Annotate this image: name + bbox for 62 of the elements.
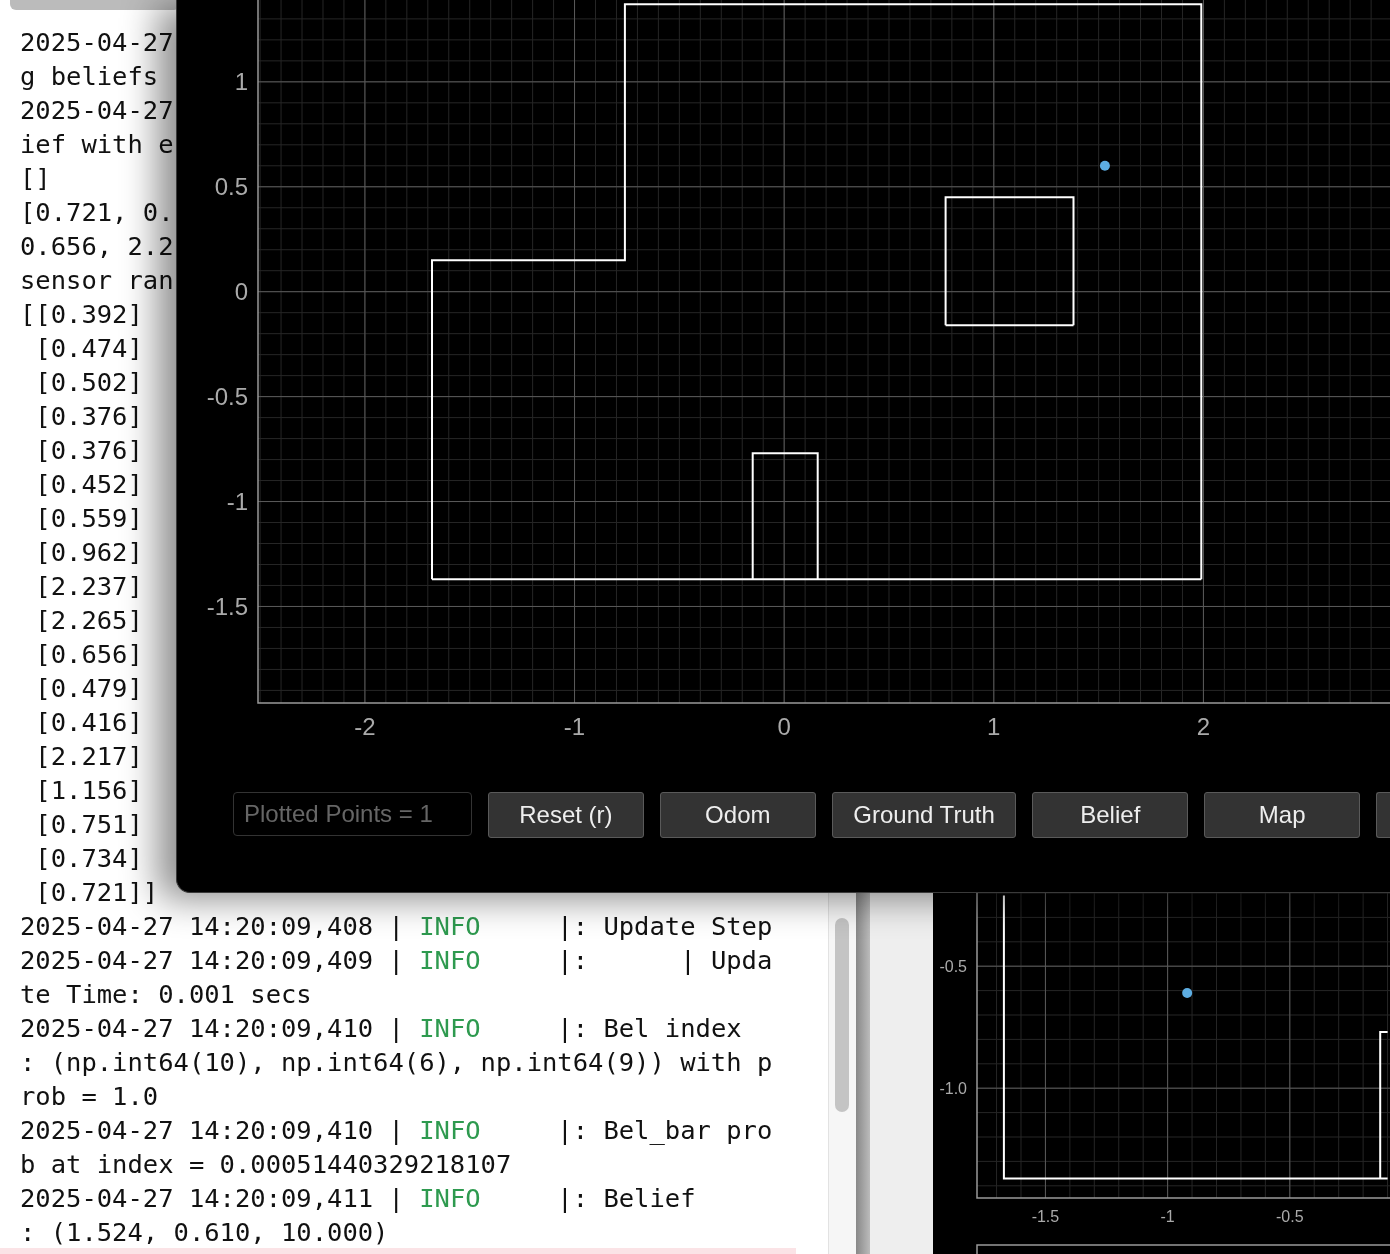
- tick-label: -0.5: [206, 383, 248, 411]
- log-line: [0.376]: [34, 401, 143, 431]
- log-line: [0.751]: [34, 809, 143, 839]
- log-severity: INFO: [419, 945, 481, 975]
- tick-label: -1.0: [939, 1079, 967, 1097]
- tick-label: -0.5: [939, 957, 967, 975]
- log-line: [0.962]: [34, 537, 143, 567]
- log-line: rob = 1.0: [20, 1081, 159, 1111]
- log-line: []: [20, 163, 51, 193]
- tick-label: 0: [777, 713, 791, 740]
- log-line: [2.265]: [34, 605, 143, 635]
- tick-label: 0.5: [214, 173, 248, 201]
- log-timestamp: 2025-04-27 14:20:09,410 |: [20, 1013, 405, 1043]
- log-line: [1.156]: [34, 775, 143, 805]
- log-line: [2.217]: [34, 741, 143, 771]
- log-severity: INFO: [419, 1183, 481, 1213]
- log-message: |: | Upda: [556, 945, 773, 975]
- log-line: [0.559]: [34, 503, 143, 533]
- log-line: [0.721]]: [34, 877, 159, 907]
- tick-label: -0.5: [1276, 1208, 1304, 1225]
- tick-label: 0: [234, 278, 248, 306]
- log-message: |: Bel index: [556, 1013, 742, 1043]
- log-line: 0.656, 2.2: [20, 231, 174, 261]
- log-timestamp: 2025-04-27 14:20:09,411 |: [20, 1183, 405, 1213]
- tick-label: -1.5: [1031, 1208, 1060, 1225]
- log-line: [0.502]: [34, 367, 143, 397]
- log-line: [[0.392]: [20, 299, 143, 329]
- log-timestamp: 2025-04-27 14:20:09,410 |: [20, 1115, 405, 1145]
- log-line: 2025-04-27: [20, 95, 174, 125]
- tick-label: -1: [563, 713, 586, 740]
- tick-label: 2: [1196, 713, 1211, 740]
- log-line: 2025-04-27: [20, 27, 174, 57]
- log-line: [2.237]: [34, 571, 143, 601]
- log-line: [0.452]: [34, 469, 143, 499]
- tick-label: -2: [354, 713, 376, 740]
- tick-label: 1: [234, 68, 248, 96]
- log-line: [0.416]: [34, 707, 143, 737]
- log-line: [0.656]: [34, 639, 143, 669]
- log-line: sensor ran: [20, 265, 174, 295]
- log-message: |: Belief: [556, 1183, 696, 1213]
- log-timestamp: 2025-04-27 14:20:09,408 |: [20, 911, 405, 941]
- log-line: ief with e: [20, 129, 174, 159]
- log-severity: INFO: [419, 911, 481, 941]
- tick-label: -1: [226, 488, 248, 516]
- log-severity: INFO: [419, 1013, 481, 1043]
- tick-label: -1.5: [206, 593, 248, 621]
- log-line: [0.376]: [34, 435, 143, 465]
- log-line: : (1.524, 0.610, 10.000): [20, 1217, 389, 1247]
- log-message: |: Update Step: [556, 911, 773, 941]
- log-line: [0.721, 0.: [20, 197, 174, 227]
- log-message: |: Bel_bar pro: [556, 1115, 773, 1145]
- log-line: g beliefs: [20, 61, 159, 91]
- log-timestamp: 2025-04-27 14:20:09,409 |: [20, 945, 405, 975]
- log-line: te Time: 0.001 secs: [20, 979, 312, 1009]
- log-line: : (np.int64(10), np.int64(6), np.int64(9)) with p: [20, 1047, 773, 1077]
- log-line: [0.734]: [34, 843, 143, 873]
- tick-label: -1: [1160, 1208, 1175, 1225]
- log-severity: INFO: [419, 1115, 481, 1145]
- log-line: b at index = 0.00051440329218107: [20, 1149, 512, 1179]
- tick-label: 1: [987, 713, 1001, 740]
- log-line: [0.474]: [34, 333, 143, 363]
- log-line: [0.479]: [34, 673, 143, 703]
